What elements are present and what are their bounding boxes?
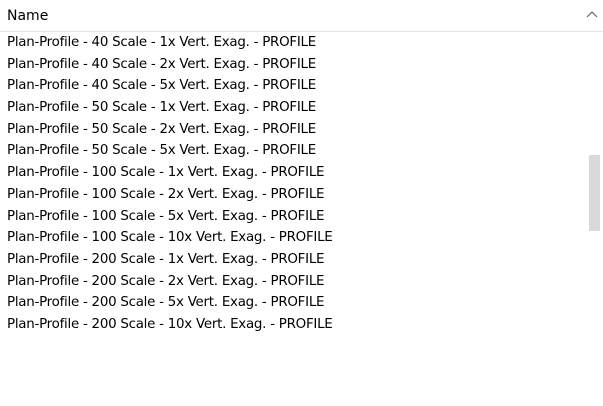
column-header-label: Name xyxy=(7,8,49,24)
vertical-scrollbar[interactable] xyxy=(586,32,603,406)
list-item[interactable]: Plan-Profile - 100 Scale - 5x Vert. Exag… xyxy=(0,206,586,228)
list-item[interactable]: Plan-Profile - 200 Scale - 1x Vert. Exag… xyxy=(0,249,586,271)
column-header-name[interactable]: Name xyxy=(0,0,603,32)
list-item[interactable]: Plan-Profile - 200 Scale - 10x Vert. Exa… xyxy=(0,314,586,336)
file-list-view: Name Plan-Profile - 40 Scale - 1x Vert. … xyxy=(0,0,603,406)
list-item[interactable]: Plan-Profile - 100 Scale - 2x Vert. Exag… xyxy=(0,184,586,206)
list-item[interactable]: Plan-Profile - 200 Scale - 5x Vert. Exag… xyxy=(0,292,586,314)
list-item[interactable]: Plan-Profile - 200 Scale - 2x Vert. Exag… xyxy=(0,271,586,293)
list-item[interactable]: Plan-Profile - 40 Scale - 5x Vert. Exag.… xyxy=(0,75,586,97)
list-item[interactable]: Plan-Profile - 100 Scale - 1x Vert. Exag… xyxy=(0,162,586,184)
list-item[interactable]: Plan-Profile - 50 Scale - 5x Vert. Exag.… xyxy=(0,140,586,162)
list-rows: Plan-Profile - 40 Scale - 1x Vert. Exag.… xyxy=(0,32,586,406)
list-item[interactable]: Plan-Profile - 40 Scale - 1x Vert. Exag.… xyxy=(0,32,586,54)
list-item[interactable]: Plan-Profile - 50 Scale - 1x Vert. Exag.… xyxy=(0,97,586,119)
chevron-up-icon xyxy=(586,11,598,18)
scrollbar-thumb[interactable] xyxy=(589,155,600,231)
list-item[interactable]: Plan-Profile - 50 Scale - 2x Vert. Exag.… xyxy=(0,119,586,141)
list-item[interactable]: Plan-Profile - 40 Scale - 2x Vert. Exag.… xyxy=(0,54,586,76)
list-item[interactable]: Plan-Profile - 100 Scale - 10x Vert. Exa… xyxy=(0,227,586,249)
